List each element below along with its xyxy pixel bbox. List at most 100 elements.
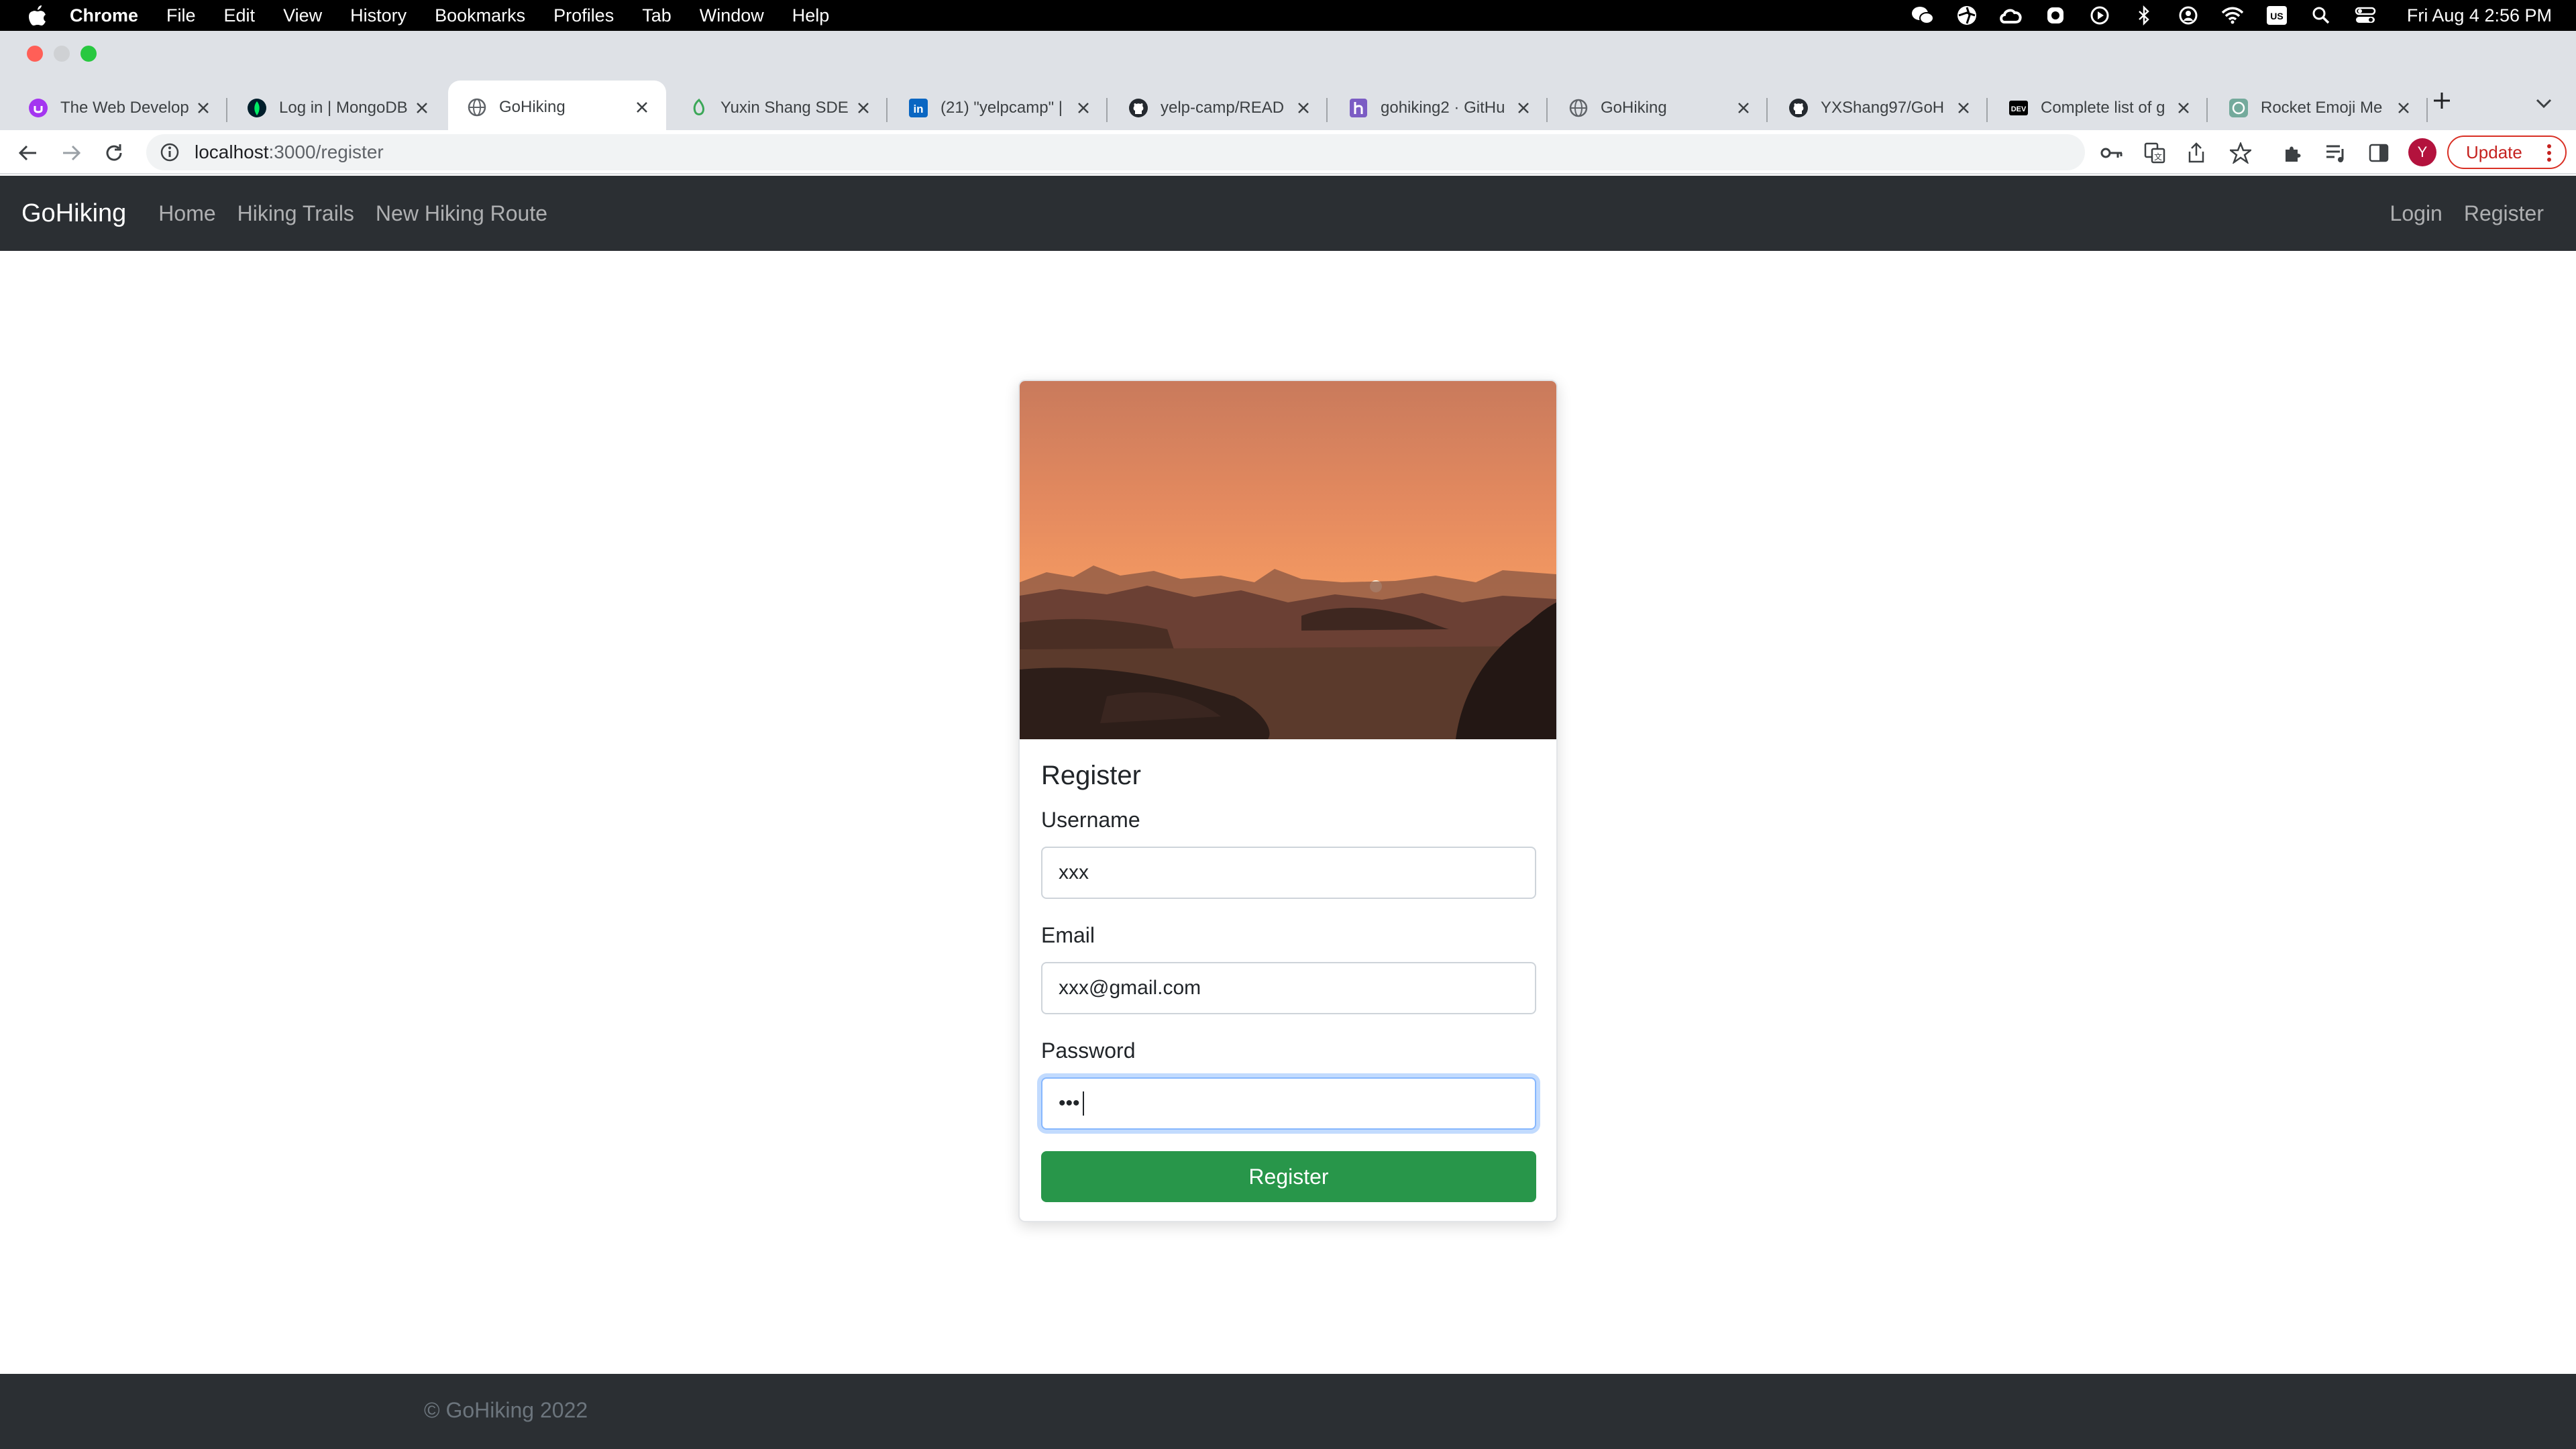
email-field[interactable]: xxx@gmail.com — [1041, 962, 1536, 1014]
menu-help[interactable]: Help — [792, 5, 830, 26]
zoom-window-icon[interactable] — [80, 46, 97, 62]
back-arrow-icon[interactable] — [15, 140, 42, 166]
reload-icon[interactable] — [101, 140, 127, 166]
close-tab-icon[interactable] — [1294, 99, 1313, 117]
wechat-icon[interactable] — [1911, 3, 1935, 28]
dev-favicon-icon: DEV — [2008, 98, 2029, 118]
browser-tab[interactable]: DEV Complete list of g — [1990, 85, 2208, 131]
address-bar[interactable]: localhost:3000/register — [146, 134, 2085, 170]
close-tab-icon[interactable] — [2174, 99, 2193, 117]
apple-menu-icon[interactable] — [24, 5, 51, 26]
browser-tab[interactable]: gohiking2 · GitHu — [1330, 85, 1548, 131]
browser-tab[interactable]: yelp-camp/READ — [1110, 85, 1328, 131]
menu-app-chrome[interactable]: Chrome — [70, 5, 138, 26]
more-vertical-icon[interactable] — [2542, 142, 2556, 164]
mongodb-favicon-icon — [247, 98, 267, 118]
chatgpt-favicon-icon — [2229, 98, 2249, 118]
close-tab-icon[interactable] — [1954, 99, 1973, 117]
close-tab-icon[interactable] — [633, 98, 651, 117]
record-icon[interactable] — [2043, 3, 2068, 28]
linkedin-favicon-icon: in — [908, 98, 928, 118]
username-field[interactable]: xxx — [1041, 847, 1536, 899]
close-tab-icon[interactable] — [2394, 99, 2413, 117]
spotlight-search-icon[interactable] — [2309, 3, 2333, 28]
menu-file[interactable]: File — [166, 5, 196, 26]
email-value: xxx@gmail.com — [1059, 977, 1201, 999]
forward-arrow-icon[interactable] — [58, 140, 85, 166]
tab-search-chevron-down-icon[interactable] — [2530, 90, 2557, 117]
tab-title: GoHiking — [499, 98, 566, 116]
close-tab-icon[interactable] — [413, 99, 431, 117]
close-tab-icon[interactable] — [1734, 99, 1753, 117]
browser-tab-active[interactable]: GoHiking — [448, 80, 666, 134]
translate-icon[interactable]: 文 — [2143, 141, 2167, 165]
username-label: Username — [1041, 808, 1140, 832]
close-window-icon[interactable] — [27, 46, 43, 62]
extensions-puzzle-icon[interactable] — [2281, 141, 2305, 165]
menu-bookmarks[interactable]: Bookmarks — [435, 5, 525, 26]
new-tab-plus-icon[interactable] — [2428, 87, 2455, 114]
tab-title: yelp-camp/READ — [1161, 99, 1285, 117]
browser-tab[interactable]: YXShang97/GoH — [1770, 85, 1988, 131]
resume-favicon-icon — [688, 98, 708, 118]
browser-tab[interactable]: Rocket Emoji Me — [2210, 85, 2428, 131]
tab-separator — [2206, 98, 2208, 122]
bluetooth-icon[interactable] — [2132, 3, 2156, 28]
udemy-favicon-icon — [28, 98, 48, 118]
reading-list-icon[interactable] — [2324, 141, 2348, 165]
menubar-clock[interactable]: Fri Aug 4 2:56 PM — [2407, 5, 2552, 26]
control-center-icon[interactable] — [2353, 3, 2377, 28]
menu-history[interactable]: History — [350, 5, 407, 26]
bookmark-star-icon[interactable] — [2229, 141, 2253, 165]
address-url[interactable]: localhost:3000/register — [195, 142, 384, 163]
register-submit-button[interactable]: Register — [1041, 1151, 1536, 1202]
profile-avatar[interactable]: Y — [2408, 138, 2436, 166]
nav-link-register[interactable]: Register — [2464, 201, 2544, 226]
tab-title: (21) "yelpcamp" | — [941, 99, 1063, 117]
nav-link-new-hiking-route[interactable]: New Hiking Route — [376, 201, 547, 226]
aperture-icon[interactable] — [1955, 3, 1979, 28]
tab-title: YXShang97/GoH — [1821, 99, 1945, 117]
share-icon[interactable] — [2184, 141, 2208, 165]
menu-window[interactable]: Window — [700, 5, 764, 26]
tab-title: Yuxin Shang SDE — [720, 99, 849, 117]
email-label: Email — [1041, 923, 1095, 947]
close-tab-icon[interactable] — [854, 99, 873, 117]
svg-text:in: in — [913, 103, 923, 115]
tab-title: GoHiking — [1601, 99, 1667, 117]
nav-link-login[interactable]: Login — [2390, 201, 2443, 226]
globe-favicon-icon — [467, 97, 487, 117]
update-button[interactable]: Update — [2447, 136, 2567, 169]
browser-tab[interactable]: in (21) "yelpcamp" | — [890, 85, 1108, 131]
browser-tab[interactable]: GoHiking — [1550, 85, 1768, 131]
play-icon[interactable] — [2088, 3, 2112, 28]
menu-tab[interactable]: Tab — [642, 5, 672, 26]
browser-tab[interactable]: Yuxin Shang SDE — [669, 85, 888, 131]
creative-cloud-icon[interactable] — [1999, 3, 2023, 28]
nav-link-hiking-trails[interactable]: Hiking Trails — [237, 201, 354, 226]
site-footer: © GoHiking 2022 — [0, 1374, 2576, 1449]
tab-separator — [226, 98, 227, 122]
close-tab-icon[interactable] — [194, 99, 213, 117]
register-title: Register — [1041, 761, 1141, 790]
side-panel-icon[interactable] — [2367, 141, 2391, 165]
password-key-icon[interactable] — [2100, 141, 2124, 165]
menu-edit[interactable]: Edit — [224, 5, 256, 26]
close-tab-icon[interactable] — [1074, 99, 1093, 117]
menu-profiles[interactable]: Profiles — [553, 5, 614, 26]
input-source-icon[interactable]: US — [2265, 3, 2289, 28]
site-info-icon[interactable] — [158, 141, 181, 164]
password-label: Password — [1041, 1038, 1136, 1063]
macos-menubar: Chrome File Edit View History Bookmarks … — [0, 0, 2576, 31]
password-field[interactable]: ••• — [1041, 1077, 1536, 1130]
nav-link-home[interactable]: Home — [158, 201, 215, 226]
close-tab-icon[interactable] — [1514, 99, 1533, 117]
wifi-icon[interactable] — [2220, 3, 2245, 28]
site-brand[interactable]: GoHiking — [21, 199, 126, 228]
browser-tab[interactable]: The Web Develop — [9, 85, 227, 131]
minimize-window-icon[interactable] — [54, 46, 70, 62]
browser-tab[interactable]: Log in | MongoDB — [228, 85, 446, 131]
browser-toolbar: localhost:3000/register 文 Y Update — [0, 130, 2576, 174]
menu-view[interactable]: View — [283, 5, 322, 26]
user-circle-icon[interactable] — [2176, 3, 2200, 28]
